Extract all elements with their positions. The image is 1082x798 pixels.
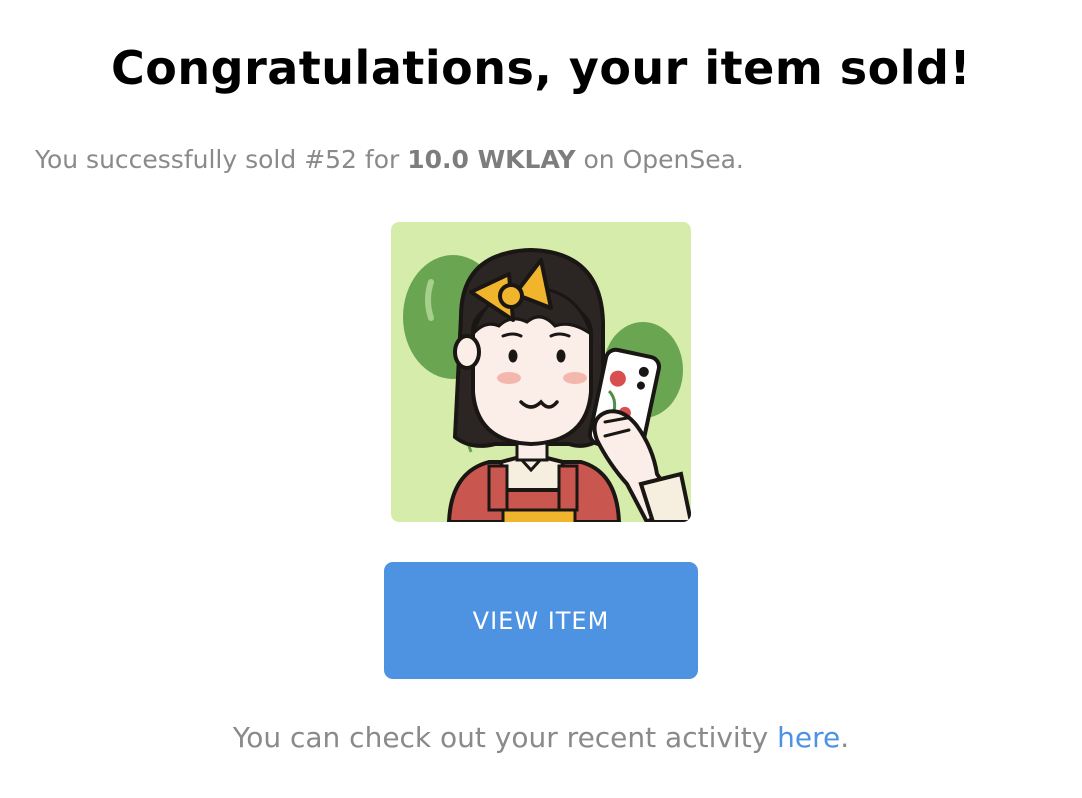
nft-image xyxy=(391,222,691,522)
activity-message-prefix: You can check out your recent activity xyxy=(232,721,778,754)
activity-message-suffix: . xyxy=(840,721,850,754)
sale-message: You successfully sold #52 for 10.0 WKLAY… xyxy=(35,140,744,180)
page-title: Congratulations, your item sold! xyxy=(111,41,971,95)
sale-amount: 10.0 WKLAY xyxy=(407,145,576,174)
activity-message: You can check out your recent activity h… xyxy=(0,718,1082,758)
activity-here-link[interactable]: here xyxy=(777,721,840,754)
sale-message-suffix: on OpenSea. xyxy=(575,145,744,174)
sale-message-prefix: You successfully sold #52 for xyxy=(35,145,408,174)
view-item-button[interactable]: VIEW ITEM xyxy=(384,562,698,679)
